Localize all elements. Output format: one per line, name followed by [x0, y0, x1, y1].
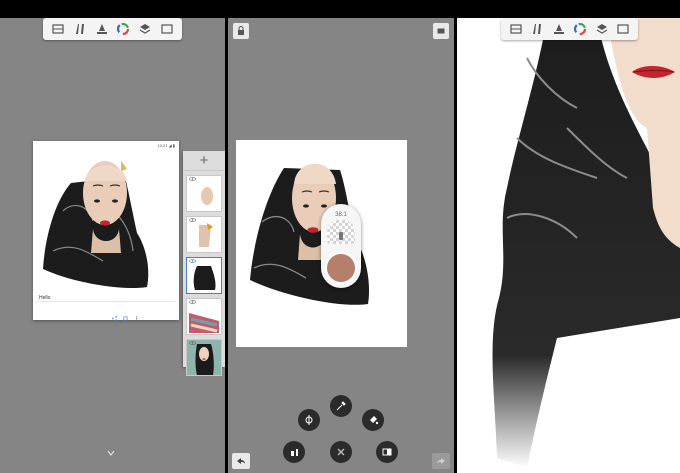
visibility-eye-icon[interactable]: [189, 341, 196, 345]
card-divider: [37, 301, 175, 302]
fullscreen-icon[interactable]: [159, 21, 175, 37]
close-button[interactable]: [330, 441, 352, 463]
zoomed-artwork[interactable]: [457, 18, 680, 473]
undo-button[interactable]: [232, 453, 250, 469]
share-icon[interactable]: [112, 308, 117, 321]
more-icon[interactable]: [134, 308, 139, 321]
layer-thumbnail: [187, 340, 221, 375]
ruler-icon[interactable]: [94, 21, 110, 37]
zoomed-canvas-panel: [457, 18, 680, 473]
layer-thumbnail: [201, 187, 213, 205]
opacity-slider[interactable]: [327, 220, 355, 244]
undo-icon: [237, 458, 245, 464]
fill-icon: [370, 416, 379, 425]
layers-grid-icon[interactable]: [508, 21, 524, 37]
visibility-eye-icon[interactable]: [189, 218, 196, 222]
layer-neck[interactable]: [186, 216, 222, 253]
ruler-icon[interactable]: [551, 21, 567, 37]
layer-photos[interactable]: [186, 298, 222, 335]
visibility-eye-icon[interactable]: [189, 177, 196, 181]
color-picker-popup[interactable]: 38.1: [321, 204, 361, 288]
eyedropper-icon: [336, 401, 346, 411]
fullscreen-icon: [437, 28, 445, 34]
brush-tool-button[interactable]: [283, 441, 305, 463]
gallery-panel: 10:21 ◢ ▮ Hello +: [0, 18, 225, 473]
fullscreen-button[interactable]: [433, 23, 449, 39]
status-bar: [0, 0, 680, 18]
top-toolbar: [501, 18, 638, 40]
redo-icon: [437, 458, 445, 464]
fullscreen-icon[interactable]: [615, 21, 631, 37]
brush-tool-icon: [291, 449, 298, 456]
layer-portrait[interactable]: [186, 339, 222, 376]
redo-button[interactable]: [432, 453, 450, 469]
compare-button[interactable]: [376, 441, 398, 463]
color-wheel-icon[interactable]: [115, 21, 131, 37]
fill-button[interactable]: [362, 409, 384, 431]
layer-panel: +: [183, 151, 225, 376]
layers-grid-icon[interactable]: [50, 21, 66, 37]
opacity-label: 38.1: [335, 212, 347, 218]
top-toolbar: [43, 18, 182, 40]
compare-icon: [382, 448, 392, 456]
brush-icon[interactable]: [529, 21, 545, 37]
layer-thumbnail: [199, 223, 213, 247]
layer-thumbnail: [189, 313, 219, 333]
artwork-card[interactable]: 10:21 ◢ ▮ Hello: [33, 141, 179, 321]
slider-handle-icon[interactable]: [338, 232, 344, 240]
layer-face[interactable]: [186, 175, 222, 212]
symmetry-button[interactable]: [298, 409, 320, 431]
lock-icon: [238, 26, 244, 35]
symmetry-icon: [305, 415, 313, 425]
eyedropper-button[interactable]: [330, 395, 352, 417]
edit-icon[interactable]: [123, 308, 128, 321]
card-actions: [112, 308, 139, 321]
stack-icon[interactable]: [137, 21, 153, 37]
layer-thumbnail: [193, 266, 216, 290]
visibility-eye-icon[interactable]: [189, 300, 196, 304]
artwork-thumbnail: [43, 161, 149, 289]
layer-bag[interactable]: [186, 257, 222, 294]
color-swatch[interactable]: [325, 252, 357, 284]
close-icon: [337, 448, 345, 456]
chevron-down-icon[interactable]: [107, 449, 115, 457]
lock-button[interactable]: [233, 23, 249, 39]
add-layer-button[interactable]: +: [183, 151, 225, 171]
visibility-eye-icon[interactable]: [189, 259, 196, 263]
stack-icon[interactable]: [594, 21, 610, 37]
brush-icon[interactable]: [72, 21, 88, 37]
color-wheel-icon[interactable]: [572, 21, 588, 37]
editor-panel: 38.1: [228, 18, 454, 473]
